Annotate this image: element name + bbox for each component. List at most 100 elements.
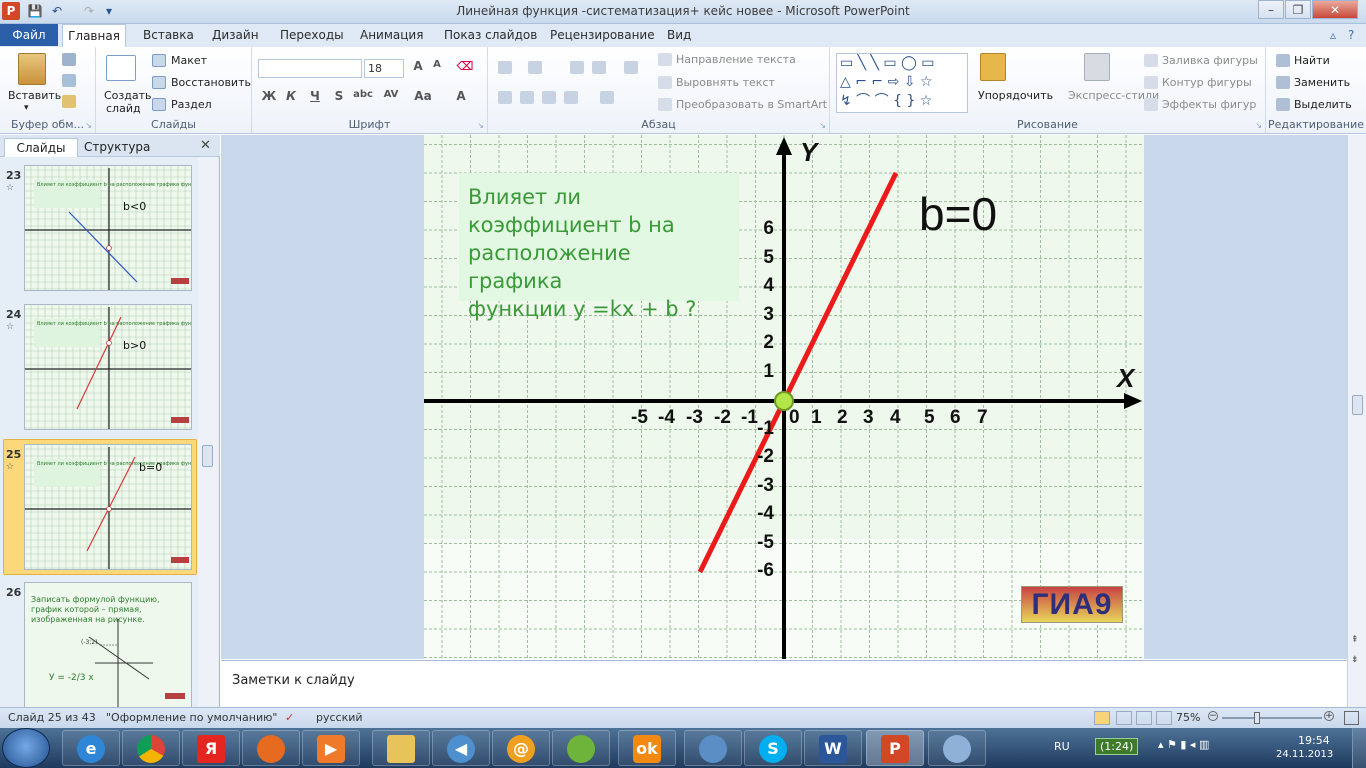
shape-effects-button[interactable]: Эффекты фигур bbox=[1162, 98, 1256, 111]
change-case-button[interactable]: Aa bbox=[412, 89, 434, 103]
tab-file[interactable]: Файл bbox=[0, 24, 58, 46]
align-right-icon[interactable] bbox=[542, 91, 556, 104]
new-slide-button-line2[interactable]: слайд bbox=[106, 102, 141, 115]
text-direction-icon[interactable] bbox=[658, 53, 672, 66]
increase-indent-icon[interactable] bbox=[592, 61, 606, 74]
shadow-button[interactable]: abc bbox=[352, 89, 374, 100]
taskbar-paint[interactable] bbox=[928, 730, 986, 766]
tab-review[interactable]: Рецензирование bbox=[550, 28, 655, 42]
taskbar-media-player[interactable]: ▶ bbox=[302, 730, 360, 766]
paste-dropdown-icon[interactable]: ▾ bbox=[24, 103, 29, 113]
paragraph-launcher-icon[interactable]: ↘ bbox=[819, 121, 826, 130]
taskbar-games[interactable] bbox=[552, 730, 610, 766]
tab-insert[interactable]: Вставка bbox=[143, 28, 194, 42]
slides-pane-scrollbar[interactable] bbox=[198, 157, 218, 706]
zoom-level[interactable]: 75% bbox=[1176, 711, 1200, 724]
slide-thumb-24[interactable]: Влияет ли коэффициент b на расположение … bbox=[24, 304, 192, 430]
select-icon[interactable] bbox=[1276, 98, 1290, 111]
taskbar-chrome[interactable] bbox=[122, 730, 180, 766]
zoom-slider-thumb[interactable] bbox=[1254, 712, 1260, 724]
new-slide-icon[interactable] bbox=[106, 55, 136, 81]
shapes-gallery[interactable]: ▭ ╲ ╲ ▭ ◯ ▭ △ ⌐ ⌐ ⇨ ⇩ ☆ ↯ ⌒ ⌒ { } ☆ bbox=[836, 53, 968, 113]
italic-button[interactable]: К bbox=[282, 89, 300, 103]
font-size-combo[interactable]: 18 bbox=[364, 59, 404, 78]
taskbar-skype[interactable]: S bbox=[744, 730, 802, 766]
slideshow-view-icon[interactable] bbox=[1156, 711, 1172, 725]
taskbar-mail[interactable]: @ bbox=[492, 730, 550, 766]
bold-button[interactable]: Ж bbox=[260, 89, 278, 103]
layout-button[interactable]: Макет bbox=[171, 54, 207, 67]
taskbar-audio[interactable]: ◀ bbox=[432, 730, 490, 766]
clipboard-launcher-icon[interactable]: ↘ bbox=[85, 121, 92, 130]
shape-fill-icon[interactable] bbox=[1144, 54, 1158, 67]
normal-view-icon[interactable] bbox=[1094, 711, 1110, 725]
text-direction-button[interactable]: Направление текста bbox=[676, 53, 796, 66]
shape-fill-button[interactable]: Заливка фигуры bbox=[1162, 54, 1258, 67]
reading-view-icon[interactable] bbox=[1136, 711, 1152, 725]
previous-slide-icon[interactable]: ⇞ bbox=[1351, 635, 1359, 645]
drawing-launcher-icon[interactable]: ↘ bbox=[1255, 121, 1262, 130]
tab-design[interactable]: Дизайн bbox=[212, 28, 259, 42]
tab-transitions[interactable]: Переходы bbox=[280, 28, 344, 42]
clock-time[interactable]: 19:54 bbox=[1298, 734, 1330, 747]
font-name-combo[interactable] bbox=[258, 59, 362, 78]
shape-outline-button[interactable]: Контур фигуры bbox=[1162, 76, 1252, 89]
show-desktop-button[interactable] bbox=[1352, 728, 1366, 768]
find-button[interactable]: Найти bbox=[1294, 54, 1330, 67]
current-slide[interactable]: Влияет ли коэффициент b на расположение … bbox=[424, 135, 1144, 659]
font-launcher-icon[interactable]: ↘ bbox=[477, 121, 484, 130]
help-icon[interactable]: ? bbox=[1348, 28, 1354, 42]
question-textbox[interactable]: Влияет ли коэффициент b на расположение … bbox=[459, 173, 739, 321]
cut-icon[interactable] bbox=[62, 53, 76, 66]
tab-animations[interactable]: Анимация bbox=[360, 28, 423, 42]
copy-icon[interactable] bbox=[62, 74, 76, 87]
taskbar-word[interactable]: W bbox=[804, 730, 862, 766]
slide-thumb-26[interactable]: Записать формулой функцию, график которо… bbox=[24, 582, 192, 707]
taskbar-explorer[interactable] bbox=[372, 730, 430, 766]
align-center-icon[interactable] bbox=[520, 91, 534, 104]
paste-button[interactable]: Вставить bbox=[8, 89, 61, 102]
keyboard-language[interactable]: RU bbox=[1054, 740, 1070, 753]
tray-icons[interactable]: ▴ ⚑ ▮ ◂ ▥ bbox=[1158, 738, 1209, 751]
quick-styles-icon[interactable] bbox=[1084, 53, 1110, 81]
arrange-icon[interactable] bbox=[980, 53, 1006, 81]
char-spacing-button[interactable]: AV bbox=[380, 89, 402, 100]
new-slide-button[interactable]: Создать bbox=[104, 89, 152, 102]
replace-button[interactable]: Заменить bbox=[1294, 76, 1350, 89]
select-button[interactable]: Выделить bbox=[1294, 98, 1352, 111]
slide-scroll-thumb[interactable] bbox=[1352, 395, 1363, 415]
shape-outline-icon[interactable] bbox=[1144, 76, 1158, 89]
minimize-button[interactable]: – bbox=[1258, 0, 1284, 19]
clear-format-icon[interactable]: ⌫ bbox=[456, 59, 474, 73]
fit-to-window-icon[interactable] bbox=[1344, 711, 1359, 725]
taskbar-odnoklassniki[interactable]: ok bbox=[618, 730, 676, 766]
theme-name[interactable]: "Оформление по умолчанию" bbox=[106, 711, 277, 724]
find-icon[interactable] bbox=[1276, 54, 1290, 67]
tab-slides-pane[interactable]: Слайды bbox=[4, 138, 78, 157]
tab-home[interactable]: Главная bbox=[62, 24, 126, 47]
slide-thumb-23[interactable]: Влияет ли коэффициент b на расположение … bbox=[24, 165, 192, 291]
convert-smartart-button[interactable]: Преобразовать в SmartArt bbox=[676, 98, 827, 111]
align-left-icon[interactable] bbox=[498, 91, 512, 104]
underline-button[interactable]: Ч bbox=[306, 89, 324, 103]
numbering-icon[interactable] bbox=[528, 61, 542, 74]
font-color-button[interactable]: A bbox=[452, 89, 470, 103]
notes-placeholder[interactable]: Заметки к слайду bbox=[232, 673, 355, 688]
format-painter-icon[interactable] bbox=[62, 95, 76, 108]
align-text-button[interactable]: Выровнять текст bbox=[676, 76, 775, 89]
language-indicator[interactable]: русский bbox=[316, 711, 363, 724]
spellcheck-icon[interactable]: ✓ bbox=[285, 711, 294, 724]
next-slide-icon[interactable]: ⇟ bbox=[1351, 655, 1359, 665]
paste-icon[interactable] bbox=[18, 53, 46, 85]
grow-font-icon[interactable]: A bbox=[409, 59, 427, 73]
section-icon[interactable] bbox=[152, 98, 166, 111]
notes-pane[interactable]: Заметки к слайду bbox=[221, 660, 1347, 706]
close-button[interactable]: ✕ bbox=[1312, 0, 1358, 19]
section-button[interactable]: Раздел bbox=[171, 98, 212, 111]
slide-sorter-view-icon[interactable] bbox=[1116, 711, 1132, 725]
slide-vertical-scrollbar[interactable]: ⇞ ⇟ bbox=[1347, 135, 1366, 707]
columns-icon[interactable] bbox=[600, 91, 614, 104]
tab-outline-pane[interactable]: Структура bbox=[84, 140, 150, 154]
start-button[interactable] bbox=[2, 728, 50, 768]
b-equals-label[interactable]: b=0 bbox=[919, 187, 997, 241]
